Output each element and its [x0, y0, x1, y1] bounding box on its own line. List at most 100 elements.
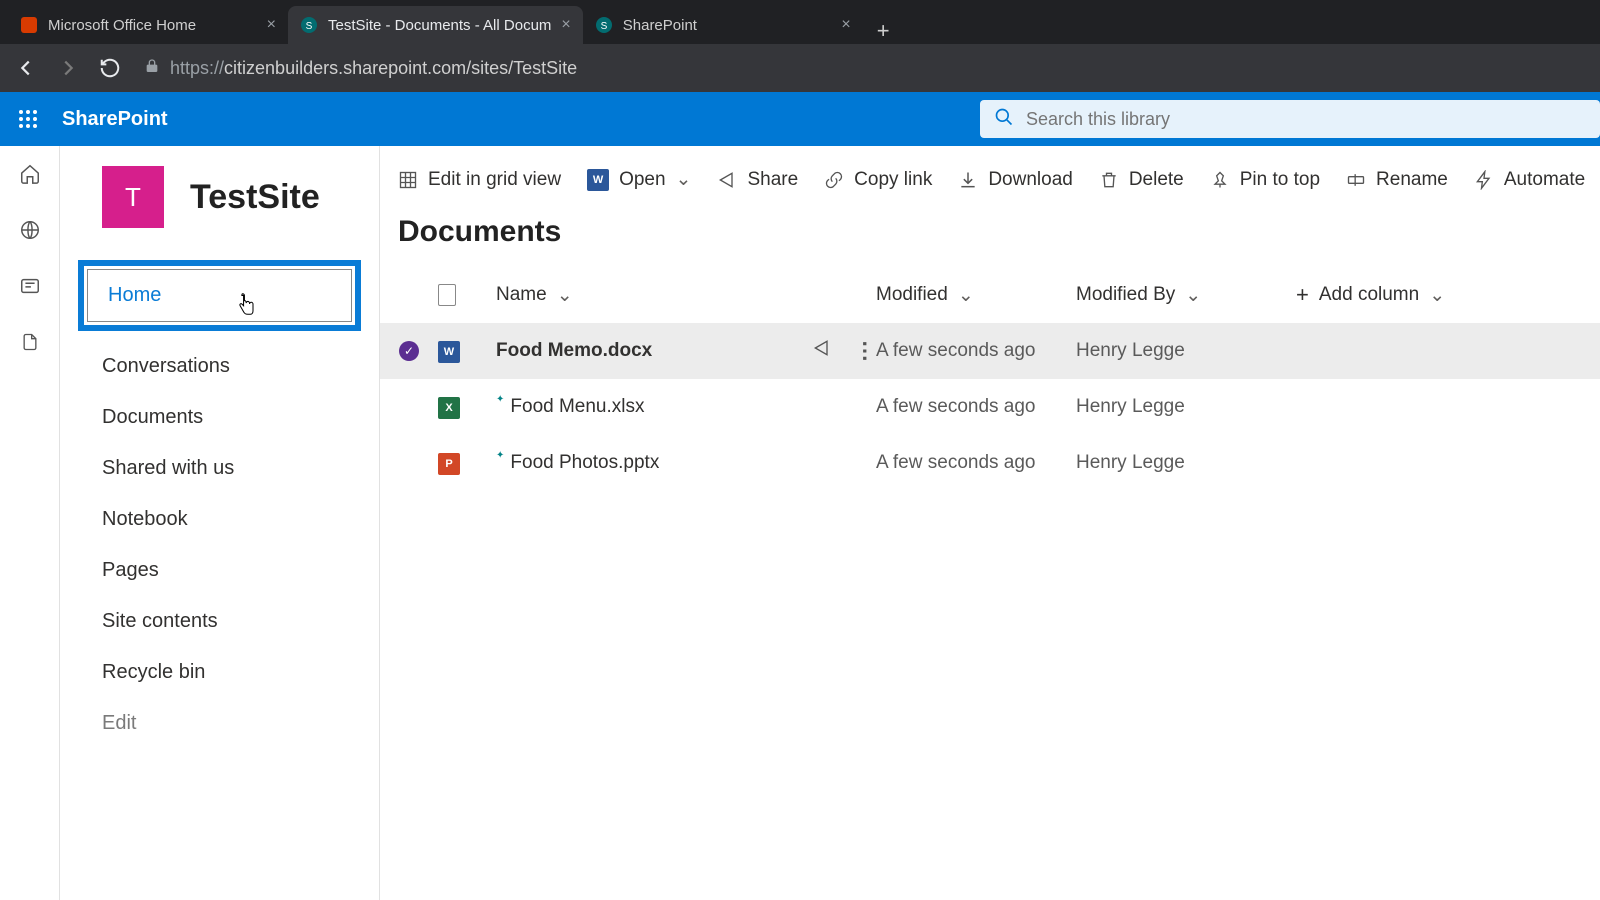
close-icon[interactable]: ×: [267, 16, 276, 34]
nav-list: Home Conversations Documents Shared with…: [60, 246, 379, 749]
modified-by-cell: Henry Legge: [1076, 396, 1296, 418]
news-icon[interactable]: [18, 274, 42, 298]
globe-icon[interactable]: [18, 218, 42, 242]
close-icon[interactable]: ×: [841, 16, 850, 34]
nav-item-conversations[interactable]: Conversations: [60, 341, 379, 392]
nav-item-notebook[interactable]: Notebook: [60, 494, 379, 545]
nav-item-label: Notebook: [102, 508, 188, 530]
search-box[interactable]: [980, 100, 1600, 138]
browser-tab-active[interactable]: S TestSite - Documents - All Docum ×: [288, 6, 583, 44]
nav-item-label: Recycle bin: [102, 661, 205, 683]
svg-text:S: S: [600, 21, 607, 32]
edit-grid-button[interactable]: Edit in grid view: [398, 169, 561, 191]
table-row[interactable]: X ✦ Food Menu.xlsx A few seconds ago Hen…: [380, 379, 1600, 435]
files-icon[interactable]: [18, 330, 42, 354]
nav-item-home[interactable]: Home: [78, 260, 361, 331]
col-label: Modified By: [1076, 284, 1175, 306]
browser-tab[interactable]: S SharePoint ×: [583, 6, 863, 44]
search-icon: [994, 107, 1014, 132]
pin-button[interactable]: Pin to top: [1210, 169, 1320, 191]
new-indicator-icon: ✦: [496, 394, 504, 405]
powerpoint-icon: P: [438, 453, 460, 475]
nav-item-documents[interactable]: Documents: [60, 392, 379, 443]
sharepoint-brand[interactable]: SharePoint: [62, 108, 168, 131]
col-modified-by[interactable]: Modified By ⌄: [1076, 284, 1296, 307]
table-row[interactable]: ✓ W Food Memo.docx ⋯ A few seconds ago H…: [380, 323, 1600, 379]
add-column-button[interactable]: +Add column⌄: [1296, 282, 1516, 308]
download-button[interactable]: Download: [958, 169, 1073, 191]
cmd-label: Share: [747, 169, 798, 191]
file-name[interactable]: Food Menu.xlsx: [510, 396, 644, 418]
close-icon[interactable]: ×: [561, 16, 570, 34]
col-label: Modified: [876, 284, 948, 306]
office-icon: [20, 16, 38, 34]
browser-tab[interactable]: Microsoft Office Home ×: [8, 6, 288, 44]
url-field[interactable]: https://citizenbuilders.sharepoint.com/s…: [138, 58, 1588, 79]
col-modified[interactable]: Modified ⌄: [876, 284, 1076, 307]
share-icon[interactable]: [812, 338, 832, 364]
col-label: Add column: [1319, 284, 1419, 306]
nav-item-recycle-bin[interactable]: Recycle bin: [60, 647, 379, 698]
page-title: Documents: [380, 209, 1600, 267]
cursor-icon: [234, 292, 260, 328]
open-button[interactable]: W Open ⌄: [587, 168, 691, 191]
table-row[interactable]: P ✦ Food Photos.pptx A few seconds ago H…: [380, 435, 1600, 491]
browser-tab-strip: Microsoft Office Home × S TestSite - Doc…: [0, 0, 1600, 44]
nav-item-edit[interactable]: Edit: [60, 698, 379, 749]
file-icon: [438, 284, 456, 306]
forward-button[interactable]: [54, 54, 82, 82]
nav-item-shared[interactable]: Shared with us: [60, 443, 379, 494]
nav-item-label: Pages: [102, 559, 159, 581]
sharepoint-header: SharePoint: [0, 92, 1600, 146]
copy-link-button[interactable]: Copy link: [824, 169, 932, 191]
col-name[interactable]: Name⌄: [496, 284, 876, 307]
cmd-label: Automate: [1504, 169, 1585, 191]
delete-button[interactable]: Delete: [1099, 169, 1184, 191]
cmd-label: Copy link: [854, 169, 932, 191]
share-button[interactable]: Share: [717, 169, 798, 191]
cmd-label: Download: [988, 169, 1073, 191]
sharepoint-icon: S: [300, 16, 318, 34]
file-name[interactable]: Food Photos.pptx: [510, 452, 659, 474]
cmd-label: Pin to top: [1240, 169, 1320, 191]
search-input[interactable]: [1026, 109, 1586, 130]
site-tile[interactable]: T: [102, 166, 164, 228]
chevron-down-icon: ⌄: [958, 284, 974, 307]
back-button[interactable]: [12, 54, 40, 82]
home-icon[interactable]: [18, 162, 42, 186]
svg-text:S: S: [306, 21, 313, 32]
modified-by-cell: Henry Legge: [1076, 452, 1296, 474]
col-file-type[interactable]: [438, 284, 496, 306]
nav-item-pages[interactable]: Pages: [60, 545, 379, 596]
rename-button[interactable]: Rename: [1346, 169, 1448, 191]
excel-icon: X: [438, 397, 460, 419]
new-tab-button[interactable]: +: [863, 18, 904, 44]
left-nav: T TestSite Home Conversations Documents …: [60, 146, 380, 900]
cmd-label: Rename: [1376, 169, 1448, 191]
word-icon: W: [587, 169, 609, 191]
cmd-label: Open: [619, 169, 665, 191]
chevron-down-icon: ⌄: [557, 284, 573, 307]
command-bar: Edit in grid view W Open ⌄ Share Copy li…: [380, 146, 1600, 209]
new-indicator-icon: ✦: [496, 450, 504, 461]
app-launcher-icon[interactable]: [0, 109, 56, 129]
app-rail: [0, 146, 60, 900]
row-select-checked-icon[interactable]: ✓: [399, 341, 419, 361]
cmd-label: Delete: [1129, 169, 1184, 191]
reload-button[interactable]: [96, 54, 124, 82]
nav-item-label: Home: [108, 284, 161, 306]
nav-item-site-contents[interactable]: Site contents: [60, 596, 379, 647]
more-icon[interactable]: ⋯: [852, 340, 878, 362]
file-name[interactable]: Food Memo.docx: [496, 340, 652, 362]
automate-button[interactable]: Automate: [1474, 169, 1585, 191]
lock-icon: [144, 58, 160, 79]
nav-item-label: Site contents: [102, 610, 218, 632]
site-title[interactable]: TestSite: [190, 178, 320, 217]
modified-by-cell: Henry Legge: [1076, 340, 1296, 362]
url-text: https://citizenbuilders.sharepoint.com/s…: [170, 58, 577, 79]
modified-cell: A few seconds ago: [876, 340, 1076, 362]
cmd-label: Edit in grid view: [428, 169, 561, 191]
nav-item-label: Conversations: [102, 355, 230, 377]
nav-item-label: Documents: [102, 406, 203, 428]
chevron-down-icon: ⌄: [1185, 284, 1201, 307]
